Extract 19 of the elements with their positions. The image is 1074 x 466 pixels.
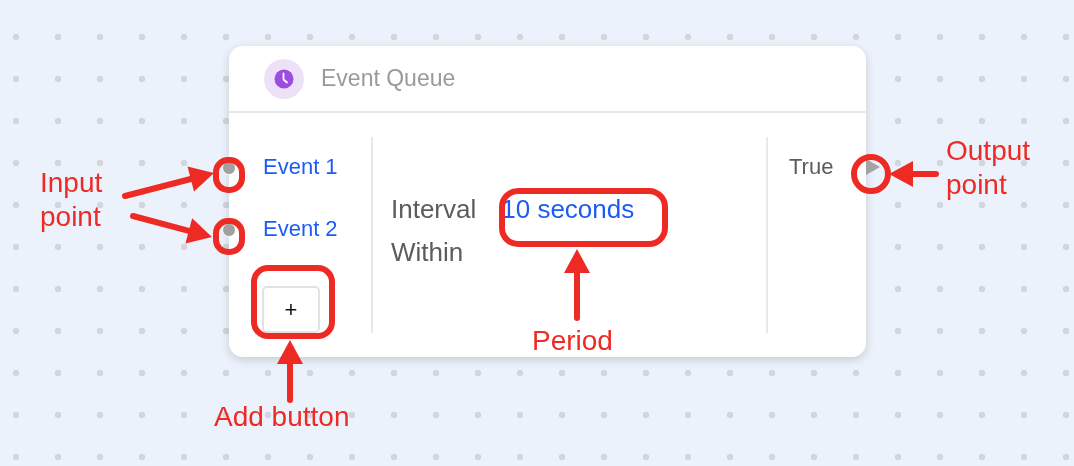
input-label: Event 2 — [263, 217, 338, 241]
arrow — [277, 340, 303, 403]
field-label: Within — [391, 237, 464, 268]
annotation-label: Input point — [40, 166, 104, 234]
highlight-outline — [213, 157, 245, 193]
annotation-label: Period — [532, 324, 613, 358]
period-link[interactable]: 10 seconds — [501, 194, 635, 225]
input-label: Event 1 — [263, 155, 338, 179]
annotation-label: Output point — [946, 134, 1032, 202]
annotation-label: Add button — [214, 400, 350, 434]
add-button[interactable]: + — [262, 286, 320, 333]
arrow — [564, 249, 590, 321]
field-label: Interval — [391, 194, 477, 225]
node-title: Event Queue — [321, 65, 456, 92]
arrow — [889, 161, 939, 187]
highlight-outline — [213, 218, 245, 255]
highlight-outline — [851, 154, 891, 194]
clock-icon — [264, 58, 304, 99]
output-label: True — [789, 155, 834, 179]
